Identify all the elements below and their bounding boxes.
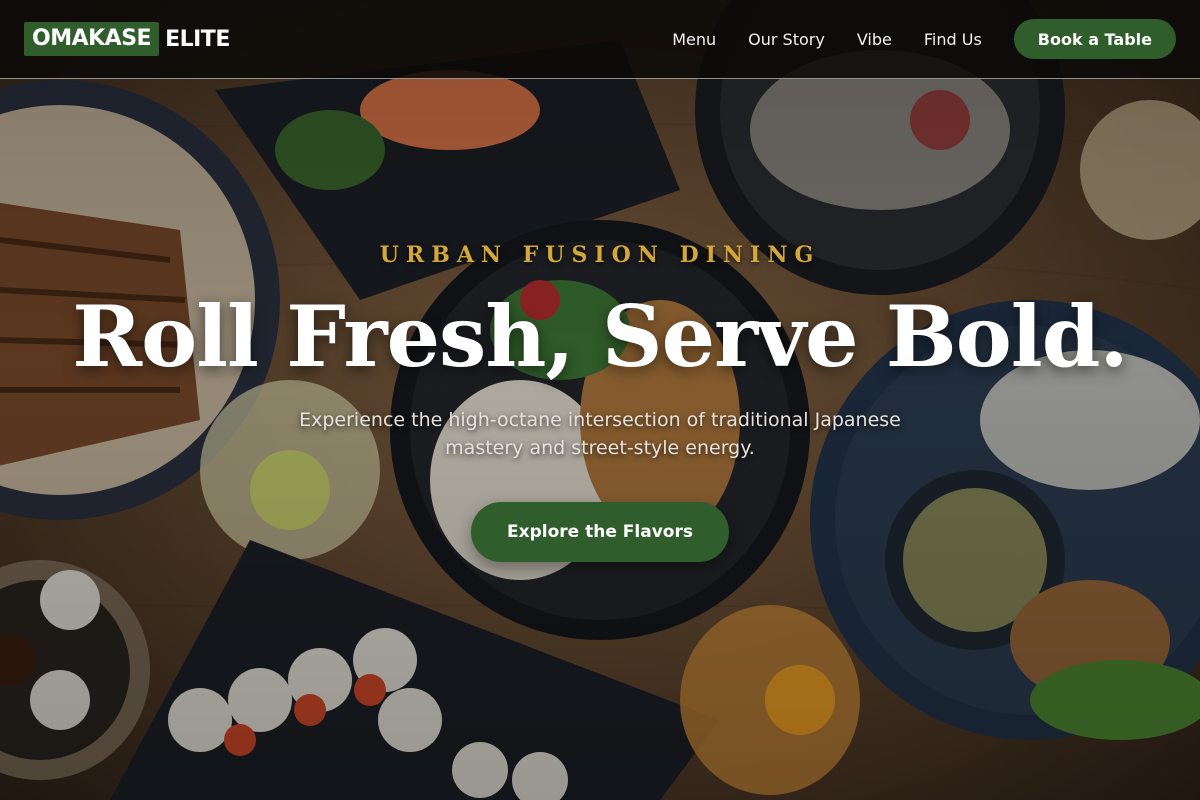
explore-flavors-button[interactable]: Explore the Flavors xyxy=(471,502,729,562)
hero-headline: Roll Fresh, Serve Bold. xyxy=(72,287,1128,386)
page: OMAKASE ELITE Menu Our Story Vibe Find U… xyxy=(0,0,1200,800)
hero-section: URBAN FUSION DINING Roll Fresh, Serve Bo… xyxy=(0,0,1200,800)
hero-subhead: Experience the high-octane intersection … xyxy=(299,409,901,459)
hero-eyebrow: URBAN FUSION DINING xyxy=(379,242,821,268)
